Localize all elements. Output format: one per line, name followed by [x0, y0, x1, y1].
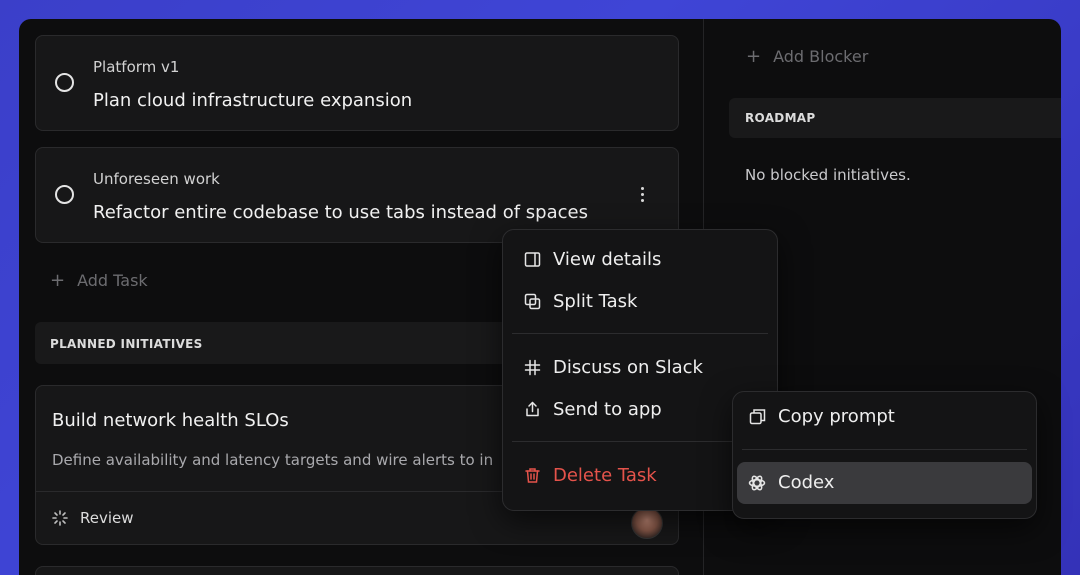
roadmap-header: ROADMAP — [729, 98, 1061, 138]
task-card[interactable]: Platform v1 Plan cloud infrastructure ex… — [35, 35, 679, 131]
menu-item-label: View details — [553, 249, 662, 270]
codex-menu-item[interactable]: Codex — [748, 472, 834, 493]
delete-task-menu-item[interactable]: Delete Task — [523, 465, 657, 486]
discuss-slack-menu-item[interactable]: Discuss on Slack — [523, 357, 703, 378]
task-project: Unforeseen work — [93, 170, 220, 188]
add-task-button[interactable]: + Add Task — [50, 271, 148, 290]
openai-icon — [748, 474, 766, 492]
initiative-status[interactable]: Review — [52, 509, 134, 527]
plus-icon: + — [50, 269, 66, 291]
menu-item-label: Send to app — [553, 399, 662, 420]
spinner-icon — [52, 510, 68, 526]
section-title: ROADMAP — [745, 111, 816, 125]
copy-icon — [748, 408, 766, 426]
panel-icon — [523, 251, 541, 269]
menu-divider — [512, 441, 768, 442]
add-blocker-button[interactable]: + Add Blocker — [746, 47, 868, 66]
menu-item-label: Discuss on Slack — [553, 357, 703, 378]
avatar[interactable] — [631, 507, 663, 539]
add-task-label: Add Task — [77, 271, 148, 290]
menu-item-label: Split Task — [553, 291, 638, 312]
task-checkbox-circle-icon[interactable] — [55, 185, 74, 204]
section-title: PLANNED INITIATIVES — [50, 337, 203, 351]
share-icon — [523, 401, 541, 419]
initiative-title: Build network health SLOs — [52, 410, 289, 431]
menu-item-label: Copy prompt — [778, 406, 895, 427]
copy-prompt-menu-item[interactable]: Copy prompt — [748, 406, 895, 427]
more-vertical-icon[interactable] — [636, 185, 648, 205]
trash-icon — [523, 467, 541, 485]
plus-icon: + — [746, 45, 762, 67]
status-label: Review — [80, 509, 134, 527]
send-to-app-submenu: Copy prompt Codex — [732, 391, 1037, 519]
menu-divider — [742, 449, 1027, 450]
slack-icon — [523, 359, 541, 377]
menu-item-label: Delete Task — [553, 465, 657, 486]
task-title: Refactor entire codebase to use tabs ins… — [93, 202, 588, 223]
send-to-app-menu-item[interactable]: Send to app — [523, 399, 662, 420]
initiative-description: Define availability and latency targets … — [52, 451, 494, 469]
split-task-menu-item[interactable]: Split Task — [523, 291, 637, 312]
menu-divider — [512, 333, 768, 334]
task-project: Platform v1 — [93, 58, 180, 76]
task-checkbox-circle-icon[interactable] — [55, 73, 74, 92]
task-title: Plan cloud infrastructure expansion — [93, 90, 413, 111]
split-icon — [523, 293, 541, 311]
menu-item-label: Codex — [778, 472, 835, 493]
initiative-card[interactable] — [35, 566, 679, 575]
view-details-menu-item[interactable]: View details — [523, 249, 661, 270]
empty-state-text: No blocked initiatives. — [745, 166, 911, 184]
add-blocker-label: Add Blocker — [773, 47, 869, 66]
